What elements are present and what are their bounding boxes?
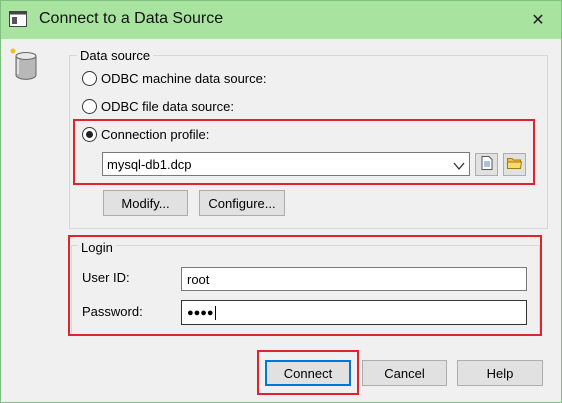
close-icon: ✕ [531, 12, 545, 29]
configure-button[interactable]: Configure... [199, 190, 285, 216]
radio-connection-profile[interactable]: Connection profile: [82, 127, 209, 142]
radio-button-selected[interactable] [82, 127, 97, 142]
app-window-icon [9, 11, 27, 27]
data-source-group-label: Data source [77, 48, 154, 63]
radio-button[interactable] [82, 99, 97, 114]
text-caret [214, 305, 216, 320]
folder-icon [507, 157, 523, 172]
new-profile-button[interactable] [475, 153, 498, 176]
connection-profile-value: mysql-db1.dcp [107, 157, 192, 172]
radio-label: Connection profile: [101, 127, 210, 142]
password-input[interactable]: ●●●● [181, 300, 527, 325]
database-icon [10, 47, 40, 81]
close-button[interactable]: ✕ [515, 1, 561, 39]
password-value: ●●●● [187, 306, 214, 319]
connection-profile-select[interactable]: mysql-db1.dcp [102, 152, 470, 176]
cancel-button[interactable]: Cancel [362, 360, 447, 386]
help-button[interactable]: Help [457, 360, 543, 386]
password-label: Password: [82, 304, 143, 319]
radio-label: ODBC file data source: [101, 99, 234, 114]
connect-button[interactable]: Connect [265, 360, 351, 386]
radio-button[interactable] [82, 71, 97, 86]
user-id-label: User ID: [82, 270, 130, 285]
modify-button[interactable]: Modify... [103, 190, 188, 216]
radio-odbc-file[interactable]: ODBC file data source: [82, 99, 234, 114]
connect-dialog: Connect to a Data Source ✕ Data source O… [0, 0, 562, 403]
new-file-icon [481, 156, 493, 173]
radio-label: ODBC machine data source: [101, 71, 267, 86]
browse-profile-button[interactable] [503, 153, 526, 176]
dialog-title: Connect to a Data Source [39, 10, 224, 27]
chevron-down-icon[interactable] [453, 159, 465, 171]
title-bar[interactable]: Connect to a Data Source ✕ [1, 1, 561, 39]
radio-odbc-machine[interactable]: ODBC machine data source: [82, 71, 266, 86]
user-id-value: root [187, 271, 210, 287]
user-id-input[interactable]: root [181, 267, 527, 291]
